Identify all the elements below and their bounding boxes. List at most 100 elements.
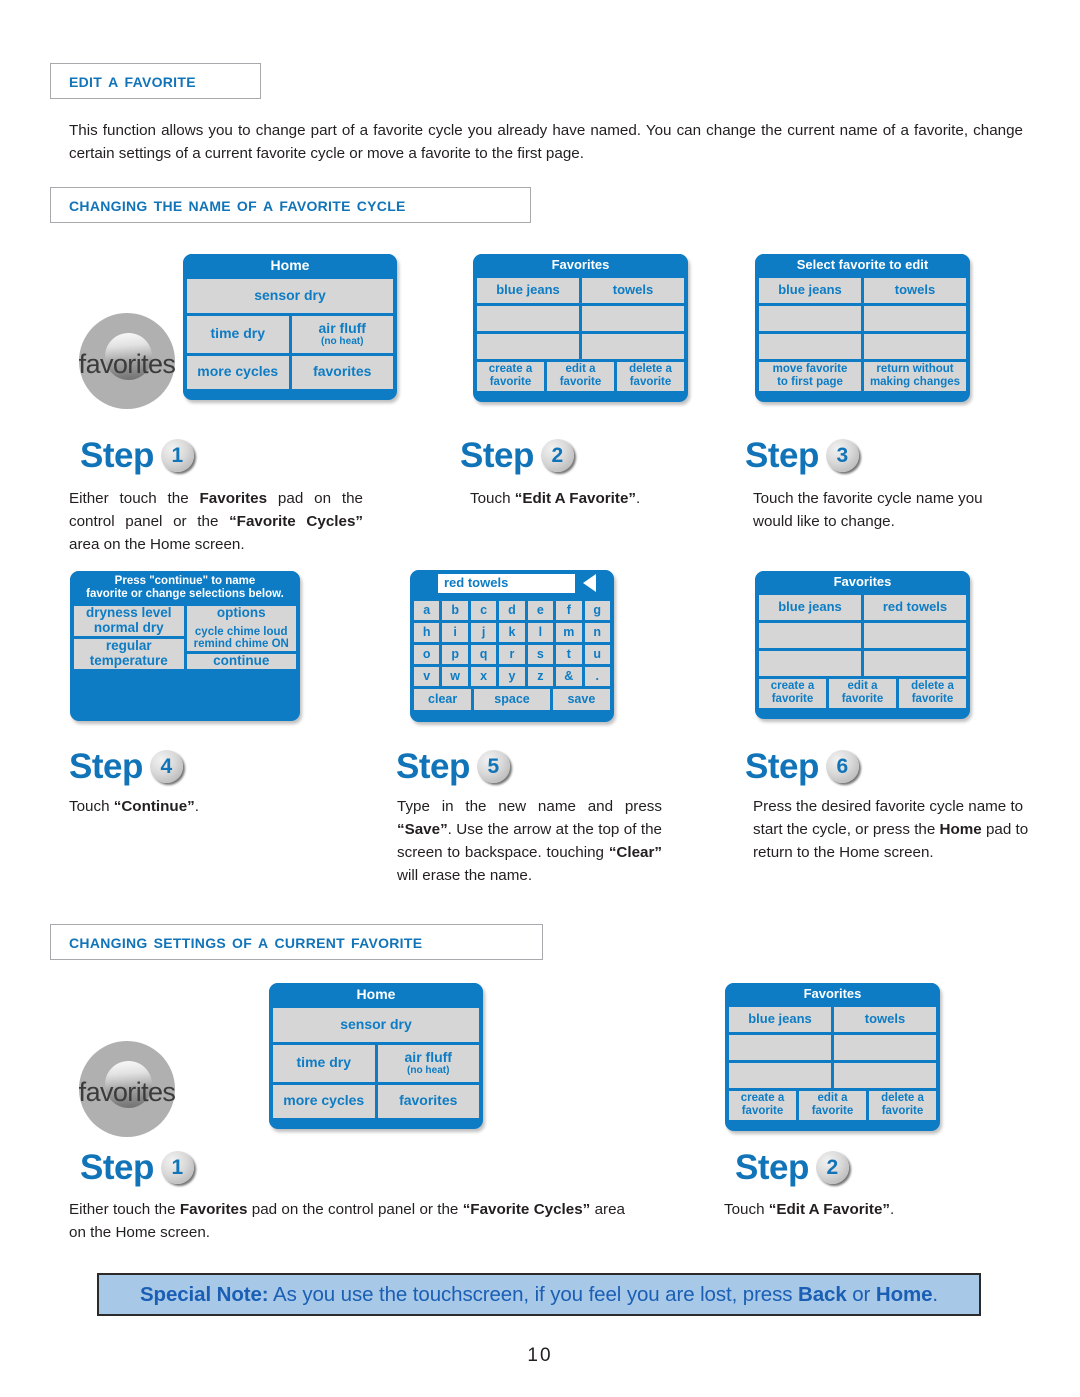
key-f[interactable]: f — [556, 600, 582, 620]
select-cell-empty[interactable] — [864, 333, 966, 359]
screen-favorites-red-towels[interactable]: Favorites blue jeans red towels create a… — [755, 571, 970, 719]
key-i[interactable]: i — [442, 622, 468, 642]
fav-cell-empty[interactable] — [477, 305, 579, 331]
fav2-cell-empty[interactable] — [759, 622, 861, 648]
backspace-arrow-icon[interactable] — [583, 574, 596, 593]
fav3-cell-empty[interactable] — [834, 1062, 936, 1088]
key-m[interactable]: m — [556, 622, 582, 642]
key-r[interactable]: r — [499, 644, 525, 664]
key-clear[interactable]: clear — [414, 688, 472, 710]
key-p[interactable]: p — [442, 644, 468, 664]
fav-cell-delete-a-favorite[interactable]: delete a favorite — [617, 361, 684, 391]
continue-cell-options[interactable]: options cycle chime loud remind chime ON — [186, 605, 296, 651]
fav2-cell-edit-a-favorite[interactable]: edit a favorite — [829, 678, 896, 708]
key-e[interactable]: e — [527, 600, 554, 620]
key-j[interactable]: j — [470, 622, 497, 642]
key-c[interactable]: c — [470, 600, 497, 620]
fav3-cell-empty[interactable] — [729, 1034, 831, 1060]
fav3-cell-blue-jeans[interactable]: blue jeans — [729, 1006, 831, 1032]
key-g[interactable]: g — [584, 600, 610, 620]
fav-cell-empty[interactable] — [477, 333, 579, 359]
special-note: Special Note: As you use the touchscreen… — [97, 1273, 981, 1316]
home2-cell-time-dry[interactable]: time dry — [273, 1044, 375, 1082]
select-cell-return-without-changes[interactable]: return without making changes — [864, 361, 966, 391]
screen-home-1-grid: sensor dry time dry air fluff (no heat) … — [183, 278, 397, 389]
page-number: 10 — [527, 1345, 553, 1366]
fav2-cell-red-towels[interactable]: red towels — [864, 594, 966, 620]
screen-favorites-1-row: blue jeans towels — [477, 277, 684, 303]
screen-keyboard[interactable]: red towels a b c d e f g h i j k l m n o… — [410, 570, 614, 722]
home2-cell-air-fluff[interactable]: air fluff (no heat) — [377, 1044, 479, 1082]
key-y[interactable]: y — [499, 666, 525, 686]
key-o[interactable]: o — [414, 644, 440, 664]
key-ampersand[interactable]: & — [556, 666, 582, 686]
key-v[interactable]: v — [414, 666, 440, 686]
fav2-cell-create-a-favorite[interactable]: create a favorite — [759, 678, 826, 708]
fav3-cell-edit-a-favorite[interactable]: edit a favorite — [799, 1090, 866, 1120]
select-cell-empty[interactable] — [864, 305, 966, 331]
select-cell-empty[interactable] — [759, 305, 861, 331]
fav2-cell-empty[interactable] — [864, 622, 966, 648]
fav-cell-edit-a-favorite[interactable]: edit a favorite — [547, 361, 614, 391]
fav3-cell-towels[interactable]: towels — [834, 1006, 936, 1032]
fav2-cell-blue-jeans[interactable]: blue jeans — [759, 594, 861, 620]
key-save[interactable]: save — [552, 688, 611, 710]
fav3-cell-create-a-favorite[interactable]: create a favorite — [729, 1090, 796, 1120]
home-cell-air-fluff[interactable]: air fluff (no heat) — [291, 315, 393, 353]
home-cell-favorites[interactable]: favorites — [291, 355, 393, 389]
intro-paragraph: This function allows you to change part … — [69, 122, 1023, 163]
screen-favorites-1-row — [477, 305, 684, 331]
home2-cell-favorites[interactable]: favorites — [377, 1084, 479, 1118]
home-cell-time-dry[interactable]: time dry — [187, 315, 289, 353]
home2-cell-more-cycles[interactable]: more cycles — [273, 1084, 375, 1118]
key-n[interactable]: n — [584, 622, 610, 642]
continue-cell-temperature[interactable]: regular temperature — [74, 638, 184, 669]
screen-home-2[interactable]: Home sensor dry time dry air fluff (no h… — [269, 983, 483, 1129]
key-q[interactable]: q — [470, 644, 497, 664]
screen-favorites-1[interactable]: Favorites blue jeans towels create a fav… — [473, 254, 688, 402]
fav3-cell-empty[interactable] — [834, 1034, 936, 1060]
screen-select-favorite[interactable]: Select favorite to edit blue jeans towel… — [755, 254, 970, 402]
continue-title-line-1: Press "continue" to name — [114, 575, 256, 587]
continue-cell-continue[interactable]: continue — [186, 653, 296, 669]
fav-cell-towels[interactable]: towels — [582, 277, 684, 303]
fav3-cell-delete-a-favorite[interactable]: delete a favorite — [869, 1090, 936, 1120]
key-h[interactable]: h — [414, 622, 440, 642]
create-line-1: create a — [770, 680, 815, 693]
key-u[interactable]: u — [584, 644, 610, 664]
key-w[interactable]: w — [442, 666, 468, 686]
key-d[interactable]: d — [499, 600, 525, 620]
key-t[interactable]: t — [556, 644, 582, 664]
screen-continue-grid: dryness level normal dry regular tempera… — [70, 605, 300, 669]
screen-favorites-3[interactable]: Favorites blue jeans towels create a fav… — [725, 983, 940, 1131]
select-cell-blue-jeans[interactable]: blue jeans — [759, 277, 861, 303]
fav-cell-empty[interactable] — [582, 333, 684, 359]
fav2-cell-empty[interactable] — [759, 650, 861, 676]
fav-cell-create-a-favorite[interactable]: create a favorite — [477, 361, 544, 391]
keyboard-name-input[interactable]: red towels — [438, 574, 575, 593]
home-cell-sensor-dry[interactable]: sensor dry — [187, 278, 393, 313]
screen-continue[interactable]: Press "continue" to name favorite or cha… — [70, 571, 300, 721]
fav2-cell-delete-a-favorite[interactable]: delete a favorite — [899, 678, 966, 708]
key-b[interactable]: b — [442, 600, 468, 620]
screen-home-1[interactable]: Home sensor dry time dry air fluff (no h… — [183, 254, 397, 400]
home-cell-more-cycles[interactable]: more cycles — [187, 355, 289, 389]
select-cell-move-favorite[interactable]: move favorite to first page — [759, 361, 861, 391]
select-cell-empty[interactable] — [759, 333, 861, 359]
fav-cell-empty[interactable] — [582, 305, 684, 331]
continue-cell-dryness-level[interactable]: dryness level normal dry — [74, 605, 184, 636]
key-x[interactable]: x — [470, 666, 497, 686]
key-a[interactable]: a — [414, 600, 440, 620]
fav-cell-blue-jeans[interactable]: blue jeans — [477, 277, 579, 303]
select-cell-towels[interactable]: towels — [864, 277, 966, 303]
key-z[interactable]: z — [527, 666, 554, 686]
key-l[interactable]: l — [527, 622, 554, 642]
delete-line-1: delete a — [881, 1092, 924, 1105]
home2-cell-sensor-dry[interactable]: sensor dry — [273, 1007, 479, 1042]
key-s[interactable]: s — [527, 644, 554, 664]
key-space[interactable]: space — [474, 688, 550, 710]
key-k[interactable]: k — [499, 622, 525, 642]
fav2-cell-empty[interactable] — [864, 650, 966, 676]
fav3-cell-empty[interactable] — [729, 1062, 831, 1088]
key-period[interactable]: . — [584, 666, 610, 686]
